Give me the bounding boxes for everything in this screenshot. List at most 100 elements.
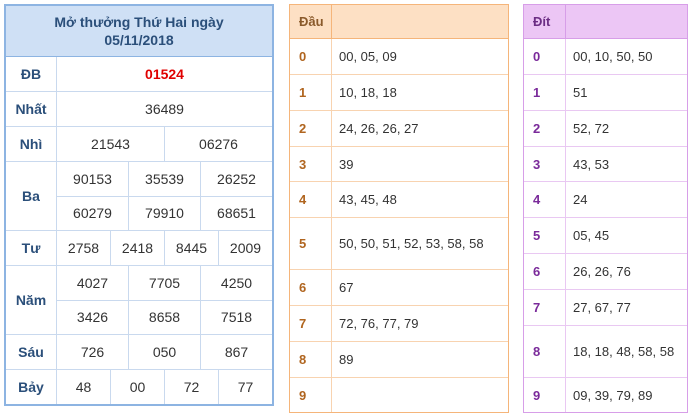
- prize-number: 2758: [57, 231, 111, 265]
- prize-row: Tư 2758 2418 8445 2009: [6, 231, 272, 266]
- tail-digit-key: 2: [524, 111, 566, 146]
- tail-digit-row: 0 00, 10, 50, 50: [524, 39, 687, 75]
- head-digit-values: 50, 50, 51, 52, 53, 58, 58: [339, 236, 484, 251]
- prize-number: 867: [224, 344, 249, 360]
- tail-digit-key: 6: [524, 254, 566, 289]
- tail-digit-values: 09, 39, 79, 89: [573, 387, 653, 403]
- head-digit-values: 10, 18, 18: [339, 85, 397, 100]
- prize-number: 72: [165, 370, 219, 404]
- head-digit-values: 89: [339, 352, 354, 367]
- prize-number: 8658: [129, 300, 201, 334]
- tail-digit-values: 18, 18, 48, 58, 58: [573, 344, 675, 359]
- prize-number: 726: [57, 335, 129, 369]
- tail-digit-row: 6 26, 26, 76: [524, 254, 687, 290]
- tail-digit-header-label: Đít: [524, 5, 566, 38]
- prize-row: Ba 90153 35539 26252 60279 79910 68651: [6, 162, 272, 231]
- tail-digit-values: 26, 26, 76: [573, 264, 631, 279]
- tail-digit-key: 8: [524, 326, 566, 377]
- head-digit-values: 43, 45, 48: [339, 192, 397, 207]
- prize-number: 90153: [57, 162, 129, 196]
- lottery-results-table: Mở thưởng Thứ Hai ngày 05/11/2018 ĐB 0152…: [4, 4, 274, 406]
- tail-digit-header: Đít: [524, 5, 687, 39]
- prize-number: 68651: [217, 205, 256, 222]
- tail-digit-row: 4 24: [524, 182, 687, 218]
- prize-number: 2418: [111, 231, 165, 265]
- tail-digit-values: 24: [573, 192, 588, 207]
- prize-number: 3426: [57, 300, 129, 334]
- tail-digit-key: 7: [524, 290, 566, 325]
- tail-digit-key: 5: [524, 218, 566, 253]
- prize-number: 77: [237, 379, 254, 395]
- head-digit-key: 8: [290, 342, 332, 377]
- tail-digit-row: 9 09, 39, 79, 89: [524, 378, 687, 412]
- tail-digit-row: 2 52, 72: [524, 111, 687, 147]
- results-title: Mở thưởng Thứ Hai ngày: [54, 14, 224, 30]
- prize-label: Nhất: [6, 92, 57, 126]
- tail-digit-key: 9: [524, 378, 566, 412]
- head-digit-row: 1 10, 18, 18: [290, 75, 508, 111]
- prize-label: Sáu: [6, 335, 57, 369]
- prize-number: 7705: [129, 266, 201, 300]
- prize-number: 21543: [57, 127, 165, 161]
- tail-digit-row: 7 27, 67, 77: [524, 290, 687, 326]
- prize-number: 35539: [129, 162, 201, 196]
- head-digit-row: 9: [290, 378, 508, 412]
- prize-label: Tư: [6, 231, 57, 265]
- head-digit-table: Đầu 0 00, 05, 09 1 10, 18, 18 2 24, 26, 26, 2…: [289, 4, 509, 413]
- results-body: ĐB 01524 Nhất 36489 Nhì 21543 06276 Ba 90153 3553…: [6, 57, 272, 404]
- tail-digit-row: 1 51: [524, 75, 687, 111]
- prize-row: Năm 4027 7705 4250 3426 8658 7518: [6, 266, 272, 335]
- special-prize-number: 01524: [145, 66, 184, 82]
- head-digit-key: 5: [290, 218, 332, 269]
- prize-row: Sáu 726 050 867: [6, 335, 272, 370]
- prize-number: 06276: [199, 136, 238, 152]
- tail-digit-key: 1: [524, 75, 566, 110]
- head-digit-header: Đầu: [290, 5, 508, 39]
- prize-label: Ba: [6, 162, 57, 230]
- prize-number: 8445: [165, 231, 219, 265]
- tail-digit-values: 00, 10, 50, 50: [573, 49, 653, 64]
- tail-digit-body: 0 00, 10, 50, 50 1 51 2 52, 72 3 43, 53 4 24 5 05, …: [524, 39, 687, 412]
- head-digit-key: 7: [290, 306, 332, 341]
- prize-number: 2009: [229, 240, 262, 256]
- head-digit-body: 0 00, 05, 09 1 10, 18, 18 2 24, 26, 26, 27 3 39…: [290, 39, 508, 412]
- head-digit-key: 3: [290, 147, 332, 181]
- prize-row: Nhất 36489: [6, 92, 272, 127]
- head-digit-values: 67: [339, 280, 354, 295]
- prize-number: 4250: [220, 274, 253, 291]
- tail-digit-key: 3: [524, 147, 566, 181]
- head-digit-values: 39: [339, 156, 354, 172]
- head-digit-row: 6 67: [290, 270, 508, 306]
- head-digit-row: 8 89: [290, 342, 508, 378]
- head-digit-key: 1: [290, 75, 332, 110]
- head-digit-key: 2: [290, 111, 332, 146]
- head-digit-values: 00, 05, 09: [339, 49, 397, 64]
- head-digit-key: 9: [290, 378, 332, 412]
- head-digit-row: 7 72, 76, 77, 79: [290, 306, 508, 342]
- head-digit-values: 72, 76, 77, 79: [339, 316, 419, 331]
- prize-label: Nhì: [6, 127, 57, 161]
- prize-label: ĐB: [6, 57, 57, 91]
- head-digit-row: 4 43, 45, 48: [290, 182, 508, 218]
- head-digit-key: 0: [290, 39, 332, 74]
- prize-row: Nhì 21543 06276: [6, 127, 272, 162]
- prize-row: Bảy 48 00 72 77: [6, 370, 272, 404]
- tail-digit-row: 8 18, 18, 48, 58, 58: [524, 326, 687, 378]
- prize-number: 79910: [129, 196, 201, 230]
- prize-number: 48: [57, 370, 111, 404]
- tail-digit-key: 4: [524, 182, 566, 217]
- prize-number: 050: [129, 335, 201, 369]
- head-digit-header-label: Đầu: [290, 5, 332, 38]
- prize-number: 36489: [145, 101, 184, 117]
- tail-digit-row: 3 43, 53: [524, 147, 687, 182]
- prize-number: 7518: [220, 309, 253, 326]
- prize-number: 00: [111, 370, 165, 404]
- head-digit-row: 0 00, 05, 09: [290, 39, 508, 75]
- tail-digit-values: 51: [573, 85, 588, 100]
- prize-label: Bảy: [6, 370, 57, 404]
- tail-digit-values: 27, 67, 77: [573, 300, 631, 315]
- prize-number: 60279: [57, 196, 129, 230]
- head-digit-row: 2 24, 26, 26, 27: [290, 111, 508, 147]
- tail-digit-table: Đít 0 00, 10, 50, 50 1 51 2 52, 72 3 43, 53 4 24 5…: [523, 4, 688, 413]
- tail-digit-values: 52, 72: [573, 121, 610, 136]
